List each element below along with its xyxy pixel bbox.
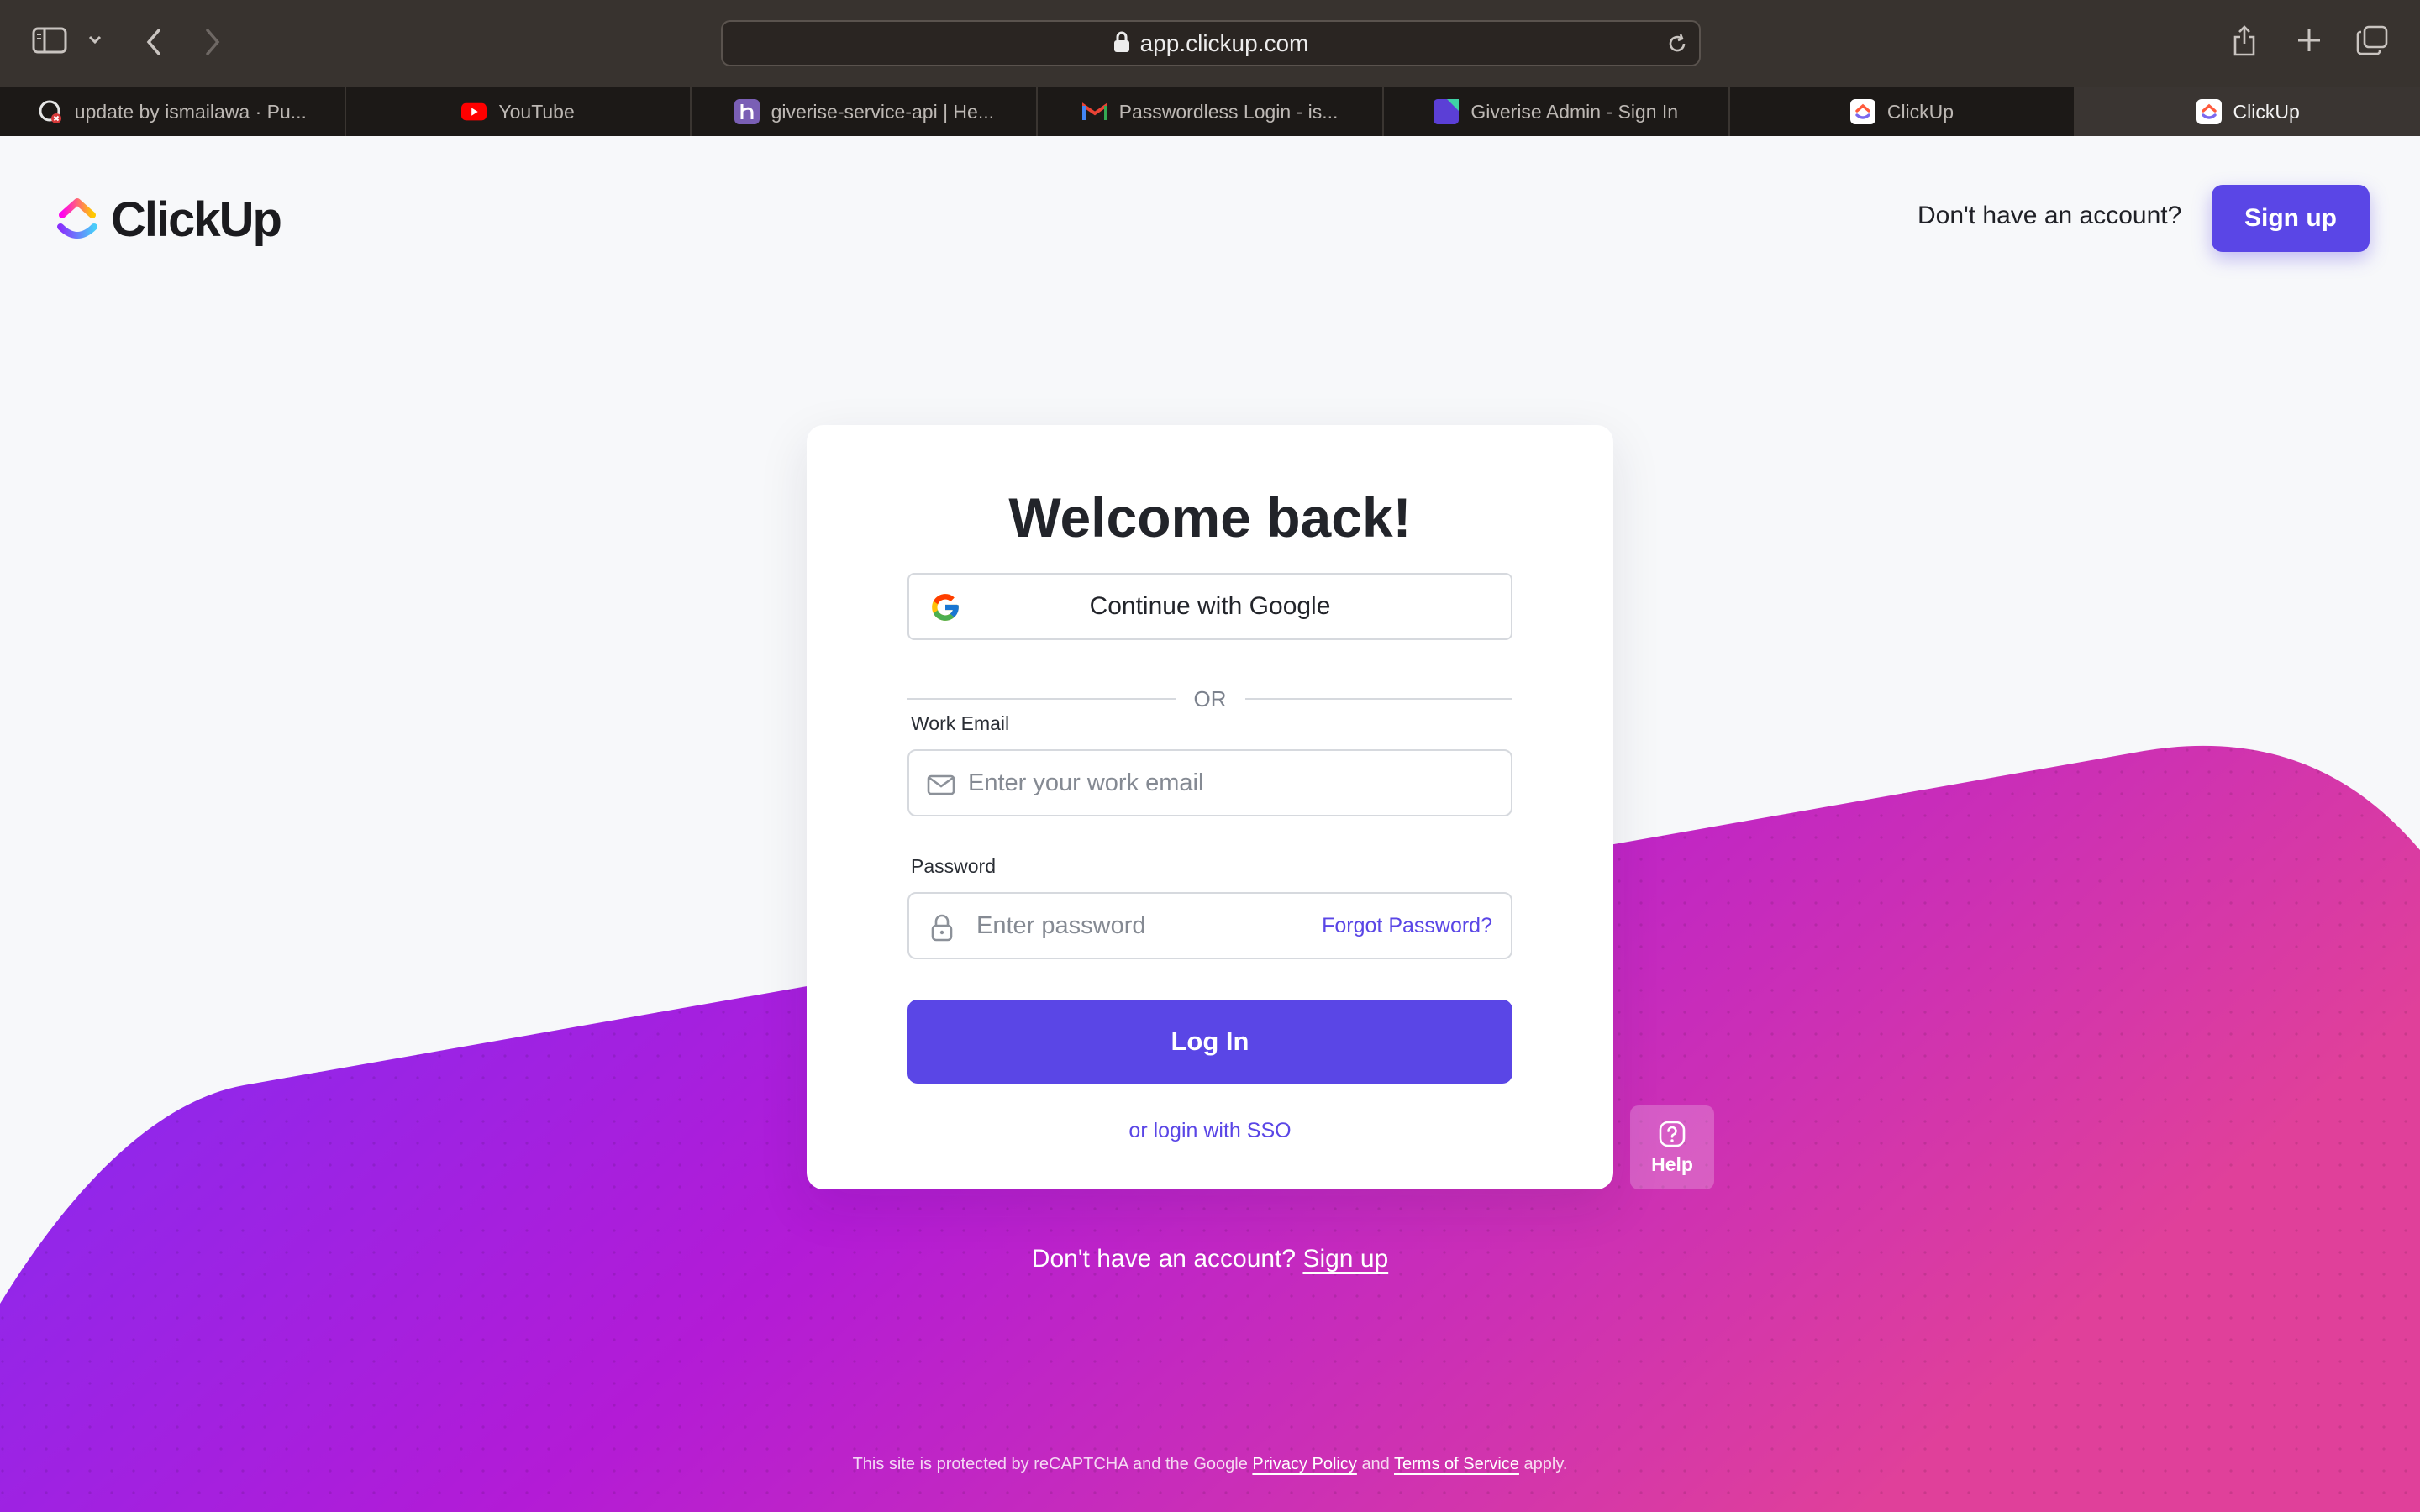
password-field[interactable]: Forgot Password? <box>908 892 1512 959</box>
giverise-icon <box>1434 99 1460 124</box>
divider-line <box>1244 698 1512 700</box>
footer-suffix: apply. <box>1523 1455 1568 1473</box>
browser-toolbar: app.clickup.com <box>0 0 2420 87</box>
login-button[interactable]: Log In <box>908 1000 1512 1084</box>
tab-heroku[interactable]: giverise-service-api | He... <box>692 87 1039 136</box>
password-input[interactable] <box>976 894 1313 958</box>
tab-youtube[interactable]: YouTube <box>346 87 692 136</box>
tab-label: ClickUp <box>1886 100 1954 123</box>
sidebar-toggle-icon[interactable] <box>32 27 67 54</box>
tab-label: ClickUp <box>2233 100 2300 123</box>
password-label: Password <box>911 855 996 877</box>
terms-of-service-link[interactable]: Terms of Service <box>1394 1455 1519 1473</box>
bottom-signup-prompt: Don't have an account? Sign up <box>0 1245 2420 1273</box>
clickup-logo[interactable]: ClickUp <box>55 192 282 248</box>
chevron-down-icon[interactable] <box>87 34 103 45</box>
recaptcha-footer: This site is protected by reCAPTCHA and … <box>0 1455 2420 1474</box>
help-label: Help <box>1651 1152 1693 1175</box>
gmail-icon <box>1081 99 1107 124</box>
footer-and: and <box>1361 1455 1390 1473</box>
clickup-icon <box>2196 99 2222 124</box>
forward-icon[interactable] <box>202 27 224 57</box>
lock-icon <box>1113 31 1129 52</box>
email-input[interactable] <box>968 751 1497 815</box>
help-button[interactable]: Help <box>1630 1105 1714 1189</box>
brand-name: ClickUp <box>111 192 282 247</box>
tab-clickup-active[interactable]: ClickUp <box>2075 87 2420 136</box>
bottom-prompt-text: Don't have an account? <box>1031 1245 1297 1273</box>
page-title: Welcome back! <box>1008 486 1412 549</box>
header-signup-button[interactable]: Sign up <box>2212 185 2370 252</box>
lock-icon <box>931 914 953 942</box>
new-tab-icon[interactable] <box>2296 27 2323 54</box>
or-label: OR <box>1193 685 1227 711</box>
tab-bar: update by ismailawa · Pu... YouTube give… <box>0 87 2420 136</box>
tab-label: giverise-service-api | He... <box>771 100 995 123</box>
google-login-label: Continue with Google <box>1089 592 1331 620</box>
login-page: ClickUp Don't have an account? Sign up W… <box>0 136 2420 1512</box>
email-field[interactable] <box>908 749 1512 816</box>
sso-login-link[interactable]: or login with SSO <box>807 1119 1613 1143</box>
mail-icon <box>927 774 955 795</box>
tab-gmail[interactable]: Passwordless Login - is... <box>1038 87 1384 136</box>
google-icon <box>932 594 959 621</box>
login-card: Welcome back! Continue with Google OR Wo… <box>807 425 1613 1189</box>
heroku-icon <box>734 99 760 124</box>
header-signup-prompt: Don't have an account? <box>1918 202 2182 229</box>
back-icon[interactable] <box>143 27 165 57</box>
tab-github-actions[interactable]: update by ismailawa · Pu... <box>0 87 346 136</box>
tab-label: Passwordless Login - is... <box>1118 100 1339 123</box>
tab-label: Giverise Admin - Sign In <box>1470 100 1679 123</box>
help-icon <box>1659 1121 1686 1147</box>
tab-label: YouTube <box>498 100 575 123</box>
tab-label: update by ismailawa · Pu... <box>74 100 307 123</box>
footer-prefix: This site is protected by reCAPTCHA and … <box>852 1455 1248 1473</box>
bottom-signup-link[interactable]: Sign up <box>1302 1245 1388 1273</box>
google-login-button[interactable]: Continue with Google <box>908 573 1512 640</box>
privacy-policy-link[interactable]: Privacy Policy <box>1252 1455 1356 1473</box>
youtube-icon <box>461 99 487 124</box>
clickup-icon <box>1849 99 1876 124</box>
share-icon[interactable] <box>2232 24 2257 57</box>
reload-icon[interactable] <box>1665 32 1689 55</box>
address-bar[interactable]: app.clickup.com <box>721 20 1701 66</box>
tab-overview-icon[interactable] <box>2356 25 2388 55</box>
email-label: Work Email <box>911 712 1010 734</box>
url-text: app.clickup.com <box>1139 29 1309 56</box>
or-divider: OR <box>908 684 1512 714</box>
clickup-logo-icon <box>57 197 97 239</box>
divider-line <box>908 698 1176 700</box>
tab-clickup[interactable]: ClickUp <box>1730 87 2076 136</box>
tab-giverise-admin[interactable]: Giverise Admin - Sign In <box>1384 87 1730 136</box>
github-actions-icon <box>38 99 63 124</box>
forgot-password-link[interactable]: Forgot Password? <box>1322 914 1492 938</box>
